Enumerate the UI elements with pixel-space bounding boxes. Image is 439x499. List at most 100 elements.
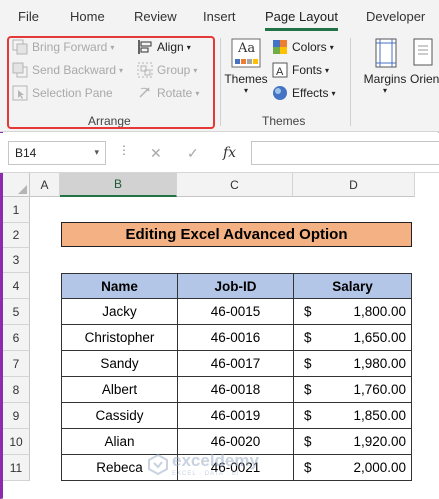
orientation-icon <box>410 38 439 68</box>
name-box[interactable]: B14 ▾ <box>8 141 106 165</box>
insert-function-icon[interactable]: fx <box>223 145 236 161</box>
cell-salary[interactable]: $1,800.00 <box>293 298 412 325</box>
chevron-down-icon[interactable]: ▾ <box>94 147 99 158</box>
themes-icon-text: Aa <box>238 41 256 56</box>
orientation-button[interactable]: Orien <box>410 38 439 86</box>
row-header[interactable]: 4 <box>3 273 30 299</box>
chevron-down-icon: ▾ <box>382 86 387 95</box>
watermark-name: exceldemy <box>172 451 259 470</box>
colors-button[interactable]: Colors ▾ <box>272 37 334 57</box>
margins-button[interactable]: Margins ▾ <box>360 38 410 95</box>
tab-developer[interactable]: Developer <box>366 9 425 24</box>
chevron-down-icon: ▾ <box>243 86 248 95</box>
sheet-title[interactable]: Editing Excel Advanced Option <box>61 222 412 247</box>
orientation-label: Orien <box>410 72 439 86</box>
cell-salary[interactable]: $1,760.00 <box>293 376 412 403</box>
cell-salary[interactable]: $2,000.00 <box>293 454 412 481</box>
currency-symbol: $ <box>304 304 312 319</box>
margins-label: Margins <box>363 72 407 86</box>
cell-name[interactable]: Jacky <box>61 298 178 325</box>
group-separator <box>220 38 221 126</box>
row-header[interactable]: 8 <box>3 377 30 403</box>
fonts-icon: A <box>272 62 288 78</box>
colors-icon <box>272 39 288 55</box>
cell-salary[interactable]: $1,850.00 <box>293 402 412 429</box>
salary-value: 1,850.00 <box>353 408 406 423</box>
cell-name[interactable]: Albert <box>61 376 178 403</box>
row-header[interactable]: 11 <box>3 455 30 481</box>
group-separator <box>350 38 351 126</box>
themes-icon: Aa <box>231 38 261 68</box>
salary-value: 1,920.00 <box>353 434 406 449</box>
watermark-logo: exceldemy EXCEL · DATA · BI <box>147 451 259 477</box>
themes-group-label: Themes <box>262 114 306 128</box>
cell-name[interactable]: Cassidy <box>61 402 178 429</box>
more-dots-icon[interactable]: ⋮ <box>118 143 130 157</box>
row-header[interactable]: 2 <box>3 223 30 248</box>
header-salary[interactable]: Salary <box>293 273 412 299</box>
cancel-icon[interactable]: ✕ <box>150 145 162 162</box>
column-header-d[interactable]: D <box>293 173 415 197</box>
active-tab-indicator <box>265 28 338 31</box>
salary-value: 1,650.00 <box>353 330 406 345</box>
watermark-subtitle: EXCEL · DATA · BI <box>172 471 240 477</box>
row-header[interactable]: 9 <box>3 403 30 429</box>
fonts-label: Fonts <box>292 63 323 77</box>
chevron-down-icon: ▾ <box>325 65 330 75</box>
tab-insert[interactable]: Insert <box>203 9 236 24</box>
currency-symbol: $ <box>304 408 312 423</box>
margins-icon <box>370 38 400 68</box>
tab-file[interactable]: File <box>18 9 39 24</box>
chevron-down-icon: ▾ <box>331 88 336 98</box>
cell-job-id[interactable]: 46-0019 <box>177 402 294 429</box>
cell-job-id[interactable]: 46-0018 <box>177 376 294 403</box>
tab-page-layout[interactable]: Page Layout <box>265 9 338 24</box>
effects-icon <box>272 85 288 101</box>
column-header-c[interactable]: C <box>177 173 293 197</box>
cell-job-id[interactable]: 46-0016 <box>177 324 294 351</box>
tab-home[interactable]: Home <box>70 9 105 24</box>
themes-button[interactable]: Aa Themes ▾ <box>224 38 268 95</box>
header-name[interactable]: Name <box>61 273 178 299</box>
ribbon-tab-bar: File Home Review Insert Page Layout Deve… <box>0 0 439 34</box>
salary-value: 1,760.00 <box>353 382 406 397</box>
chevron-down-icon: ▾ <box>329 42 334 52</box>
salary-value: 1,980.00 <box>353 356 406 371</box>
effects-button[interactable]: Effects ▾ <box>272 83 335 103</box>
row-header[interactable]: 3 <box>3 248 30 273</box>
cell-salary[interactable]: $1,650.00 <box>293 324 412 351</box>
cell-job-id[interactable]: 46-0017 <box>177 350 294 377</box>
cell-job-id[interactable]: 46-0015 <box>177 298 294 325</box>
salary-value: 2,000.00 <box>353 460 406 475</box>
effects-label: Effects <box>292 86 329 100</box>
watermark-icon <box>148 453 168 475</box>
row-header[interactable]: 7 <box>3 351 30 377</box>
cell-name[interactable]: Christopher <box>61 324 178 351</box>
row-header[interactable]: 1 <box>3 197 30 223</box>
currency-symbol: $ <box>304 434 312 449</box>
header-job-id[interactable]: Job-ID <box>177 273 294 299</box>
name-box-value: B14 <box>15 146 37 160</box>
svg-text:A: A <box>276 66 284 78</box>
select-all-corner[interactable] <box>3 173 30 197</box>
currency-symbol: $ <box>304 460 312 475</box>
currency-symbol: $ <box>304 382 312 397</box>
enter-icon[interactable]: ✓ <box>187 145 199 162</box>
cell-salary[interactable]: $1,920.00 <box>293 428 412 455</box>
cell-salary[interactable]: $1,980.00 <box>293 350 412 377</box>
colors-label: Colors <box>292 40 327 54</box>
row-header[interactable]: 6 <box>3 325 30 351</box>
arrange-group-highlight <box>7 36 215 129</box>
currency-symbol: $ <box>304 330 312 345</box>
row-header[interactable]: 10 <box>3 429 30 455</box>
column-header-b[interactable]: B <box>60 173 177 197</box>
formula-bar: B14 ▾ ⋮ ✕ ✓ fx <box>0 133 439 173</box>
themes-label: Themes <box>224 72 268 86</box>
fonts-button[interactable]: A Fonts ▾ <box>272 60 329 80</box>
formula-input[interactable] <box>251 141 439 165</box>
column-header-a[interactable]: A <box>30 173 60 197</box>
row-header[interactable]: 5 <box>3 299 30 325</box>
currency-symbol: $ <box>304 356 312 371</box>
cell-name[interactable]: Sandy <box>61 350 178 377</box>
tab-review[interactable]: Review <box>134 9 177 24</box>
